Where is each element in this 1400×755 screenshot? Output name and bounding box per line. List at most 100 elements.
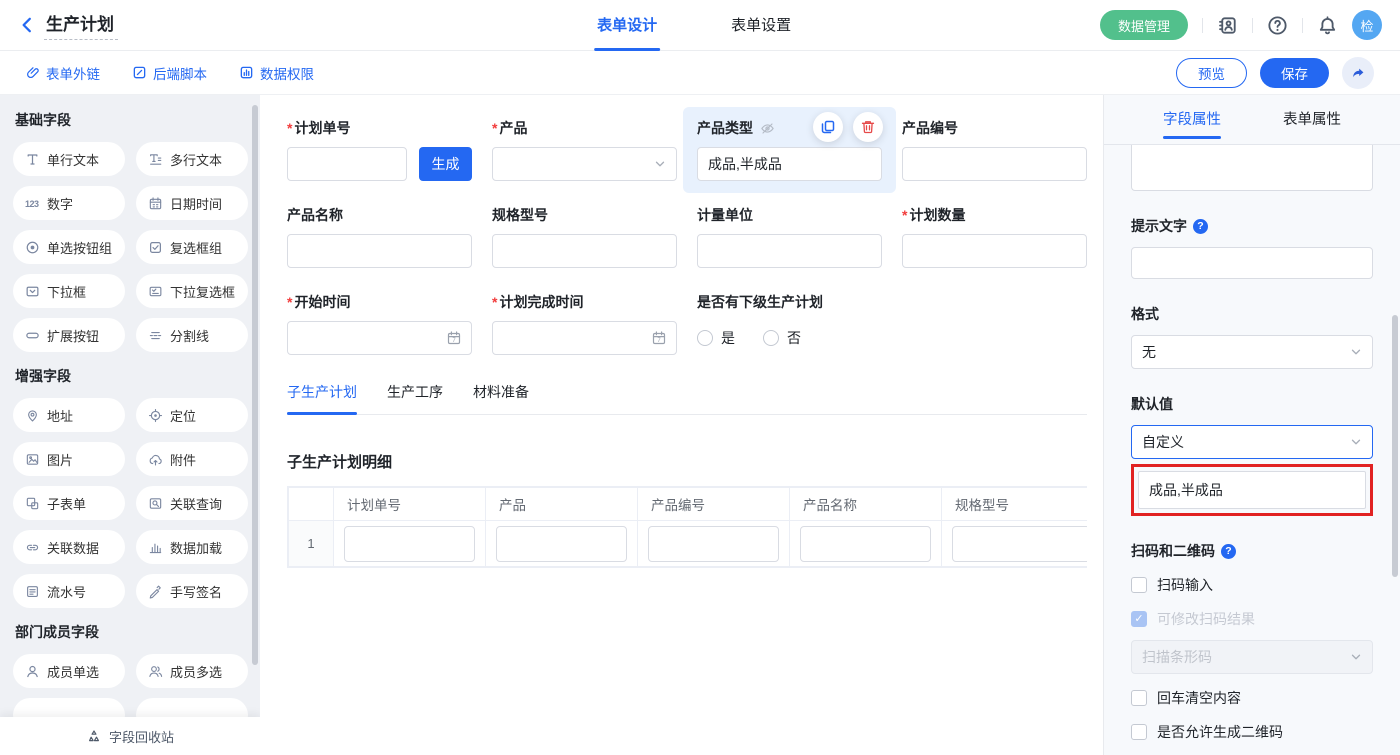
finish-time-input[interactable]: 7 bbox=[492, 321, 677, 355]
cell-product-code-input[interactable] bbox=[648, 526, 779, 562]
field-product[interactable]: 产品 bbox=[492, 118, 677, 181]
field-recycle-bin[interactable]: 字段回收站 bbox=[0, 717, 260, 755]
checkbox-clear-on-enter[interactable]: 回车清空内容 bbox=[1131, 688, 1373, 708]
tab-form-settings[interactable]: 表单设置 bbox=[731, 0, 791, 51]
sidebar-item-subform[interactable]: 子表单 bbox=[13, 486, 125, 520]
field-product-name[interactable]: 产品名称 bbox=[287, 205, 472, 268]
sidebar-item-checkbox-group[interactable]: 复选框组 bbox=[136, 230, 248, 264]
sidebar-item-linked-data[interactable]: 关联数据 bbox=[13, 530, 125, 564]
sidebar-item-signature[interactable]: 手写签名 bbox=[136, 574, 248, 608]
panel-scrollbar[interactable] bbox=[1392, 315, 1398, 577]
question-mark-icon[interactable]: ? bbox=[1193, 219, 1208, 234]
field-has-sub-plan[interactable]: 是否有下级生产计划 是 否 bbox=[697, 292, 882, 355]
sidebar-item-member-single[interactable]: 成员单选 bbox=[13, 654, 125, 688]
sidebar-item-select[interactable]: 下拉框 bbox=[13, 274, 125, 308]
tab-field-properties[interactable]: 字段属性 bbox=[1163, 95, 1221, 145]
app-header: 生产计划 表单设计 表单设置 数据管理 检 bbox=[0, 0, 1400, 51]
back-icon[interactable] bbox=[18, 16, 36, 34]
tab-production-process[interactable]: 生产工序 bbox=[387, 382, 443, 414]
sidebar-item-multi-line-text[interactable]: 多行文本 bbox=[136, 142, 248, 176]
item-label: 定位 bbox=[170, 406, 196, 425]
sidebar-item-location[interactable]: 定位 bbox=[136, 398, 248, 432]
field-qty[interactable]: 计划数量 bbox=[902, 205, 1087, 268]
sidebar-item-radio-group[interactable]: 单选按钮组 bbox=[13, 230, 125, 264]
radio-yes[interactable]: 是 bbox=[697, 328, 735, 348]
question-mark-icon[interactable]: ? bbox=[1221, 544, 1236, 559]
tab-material-prep[interactable]: 材料准备 bbox=[473, 382, 529, 414]
unit-input[interactable] bbox=[697, 234, 882, 268]
cell-plan-no-input[interactable] bbox=[344, 526, 475, 562]
radio-icon bbox=[25, 240, 40, 255]
default-value-text: 自定义 bbox=[1142, 432, 1184, 452]
checkbox-allow-qr[interactable]: 是否允许生成二维码 bbox=[1131, 722, 1373, 742]
field-unit[interactable]: 计量单位 bbox=[697, 205, 882, 268]
field-product-type-selected[interactable]: 产品类型 成品,半成品 bbox=[683, 107, 896, 193]
tab-form-properties[interactable]: 表单属性 bbox=[1283, 95, 1341, 145]
product-select[interactable] bbox=[492, 147, 677, 181]
pen-icon bbox=[148, 584, 163, 599]
field-label: 计划完成时间 bbox=[492, 292, 677, 312]
copy-field-button[interactable] bbox=[813, 112, 843, 142]
save-button[interactable]: 保存 bbox=[1260, 58, 1329, 88]
preview-button[interactable]: 预览 bbox=[1176, 58, 1247, 88]
product-name-input[interactable] bbox=[287, 234, 472, 268]
generate-button[interactable]: 生成 bbox=[419, 147, 472, 181]
tip-input[interactable] bbox=[1131, 247, 1373, 279]
sidebar-item-image[interactable]: 图片 bbox=[13, 442, 125, 476]
plan-no-input[interactable] bbox=[287, 147, 407, 181]
user-avatar[interactable]: 检 bbox=[1352, 10, 1382, 40]
tab-sub-production-plan[interactable]: 子生产计划 bbox=[287, 382, 357, 414]
contacts-icon[interactable] bbox=[1217, 15, 1238, 36]
sidebar-item-divider[interactable]: 分割线 bbox=[136, 318, 248, 352]
field-label: 计量单位 bbox=[697, 205, 882, 225]
sidebar-item-attachment[interactable]: 附件 bbox=[136, 442, 248, 476]
field-plan-no[interactable]: 计划单号 生成 bbox=[287, 118, 472, 181]
properties-panel: 字段属性 表单属性 提示文字 ? 格式 无 默认值 自定义 成品,半成品 扫码和… bbox=[1103, 95, 1400, 755]
cell-product-name-input[interactable] bbox=[800, 526, 931, 562]
sidebar-item-serial-number[interactable]: 流水号 bbox=[13, 574, 125, 608]
help-icon[interactable] bbox=[1267, 15, 1288, 36]
sidebar-scrollbar[interactable] bbox=[252, 105, 258, 665]
field-label: 产品编号 bbox=[902, 118, 1087, 138]
data-manage-button[interactable]: 数据管理 bbox=[1100, 10, 1188, 40]
field-spec[interactable]: 规格型号 bbox=[492, 205, 677, 268]
cell-product-input[interactable] bbox=[496, 526, 627, 562]
notification-bell-icon[interactable] bbox=[1317, 15, 1338, 36]
sidebar-item-lookup[interactable]: 关联查询 bbox=[136, 486, 248, 520]
spec-input[interactable] bbox=[492, 234, 677, 268]
field-start-time[interactable]: 开始时间 7 bbox=[287, 292, 472, 355]
field-label: 产品 bbox=[492, 118, 677, 138]
default-custom-input[interactable]: 成品,半成品 bbox=[1138, 471, 1366, 509]
product-code-input[interactable] bbox=[902, 147, 1087, 181]
start-time-input[interactable]: 7 bbox=[287, 321, 472, 355]
sidebar-item-data-load[interactable]: 数据加载 bbox=[136, 530, 248, 564]
default-value-select[interactable]: 自定义 bbox=[1131, 425, 1373, 459]
group-title-members: 部门成员字段 bbox=[15, 622, 260, 642]
sidebar-item-datetime[interactable]: 日期时间 bbox=[136, 186, 248, 220]
copy-icon bbox=[820, 119, 836, 135]
radio-label: 是 bbox=[721, 328, 735, 348]
checkbox-scan-input[interactable]: 扫码输入 bbox=[1131, 575, 1373, 595]
share-button[interactable] bbox=[1342, 57, 1374, 89]
backend-script-link[interactable]: 后端脚本 bbox=[132, 63, 207, 83]
clipped-input[interactable] bbox=[1131, 145, 1373, 191]
cell-spec-input[interactable] bbox=[952, 526, 1087, 562]
sidebar-item-number[interactable]: 123数字 bbox=[13, 186, 125, 220]
data-permission-link[interactable]: 数据权限 bbox=[239, 63, 314, 83]
format-select[interactable]: 无 bbox=[1131, 335, 1373, 369]
divider-icon bbox=[148, 328, 163, 343]
sidebar-item-address[interactable]: 地址 bbox=[13, 398, 125, 432]
radio-no[interactable]: 否 bbox=[763, 328, 801, 348]
sidebar-item-member-multi[interactable]: 成员多选 bbox=[136, 654, 248, 688]
qty-input[interactable] bbox=[902, 234, 1087, 268]
delete-field-button[interactable] bbox=[853, 112, 883, 142]
sidebar-item-multiselect[interactable]: 下拉复选框 bbox=[136, 274, 248, 308]
sidebar-item-single-line-text[interactable]: 单行文本 bbox=[13, 142, 125, 176]
field-product-code[interactable]: 产品编号 bbox=[902, 118, 1087, 181]
page-title[interactable]: 生产计划 bbox=[44, 10, 118, 40]
sidebar-item-extend-button[interactable]: 扩展按钮 bbox=[13, 318, 125, 352]
field-finish-time[interactable]: 计划完成时间 7 bbox=[492, 292, 677, 355]
tab-form-design[interactable]: 表单设计 bbox=[597, 0, 657, 51]
form-external-link[interactable]: 表单外链 bbox=[25, 63, 100, 83]
product-type-input[interactable]: 成品,半成品 bbox=[697, 147, 882, 181]
